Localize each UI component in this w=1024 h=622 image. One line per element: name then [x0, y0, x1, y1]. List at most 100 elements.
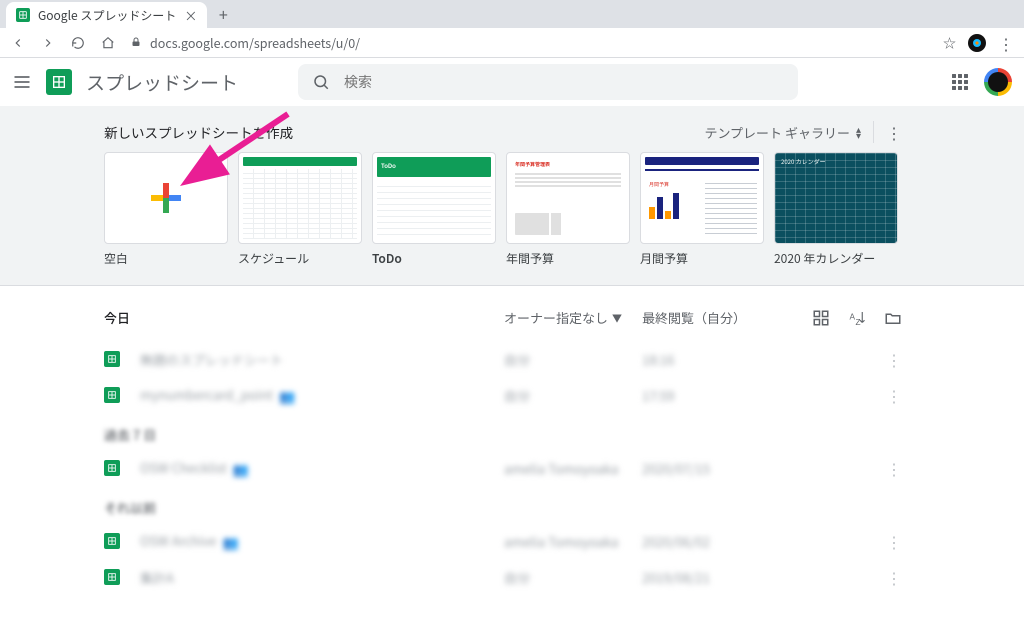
template-card-schedule[interactable]: スケジュール	[238, 152, 362, 267]
lock-icon	[130, 33, 142, 52]
owner-filter-label: オーナー指定なし	[504, 308, 608, 327]
template-card-annual-budget[interactable]: 年間予算管理表 年間予算	[506, 152, 630, 267]
row-more-icon[interactable]: ⋮	[886, 347, 902, 371]
file-row[interactable]: OSW Archive👥 amelia Tomoyoaka 2020/06/02…	[104, 523, 902, 559]
file-date: 2020/07/15	[642, 459, 812, 478]
template-section-title: 新しいスプレッドシートを作成	[104, 122, 293, 142]
section-earlier: それ以前	[104, 498, 902, 517]
file-row[interactable]: 集計A 自分 2019/08/21 ⋮	[104, 559, 902, 595]
hamburger-menu-icon[interactable]	[12, 72, 32, 92]
list-header: 今日 オーナー指定なし ▼ 最終閲覧（自分） AZ	[104, 304, 902, 341]
search-icon	[312, 73, 330, 91]
template-card-blank[interactable]: 空白	[104, 152, 228, 267]
shared-icon: 👥	[279, 386, 295, 405]
list-section-today: 今日	[104, 308, 504, 327]
template-card-todo[interactable]: ToDo ToDo	[372, 152, 496, 267]
browser-tab[interactable]: Google スプレッドシート ×	[6, 2, 207, 28]
plus-multicolor-icon	[151, 183, 181, 213]
account-avatar[interactable]	[984, 68, 1012, 96]
sheets-file-icon	[104, 569, 120, 585]
template-caption: 月間予算	[640, 250, 764, 267]
browser-menu-icon[interactable]: ⋮	[998, 31, 1014, 55]
sheets-logo-icon[interactable]	[46, 69, 72, 95]
sheets-file-icon	[104, 387, 120, 403]
extension-avatar-icon[interactable]	[968, 34, 986, 52]
file-owner: 自分	[504, 568, 642, 587]
template-thumb[interactable]	[238, 152, 362, 244]
url-text: docs.google.com/spreadsheets/u/0/	[150, 33, 360, 52]
sheets-file-icon	[104, 460, 120, 476]
template-gallery-button[interactable]: テンプレート ギャラリー ▴▾	[704, 123, 861, 142]
file-date: 2019/08/21	[642, 568, 812, 587]
file-name: OSW Checklist👥	[140, 458, 504, 479]
template-thumb[interactable]: ToDo	[372, 152, 496, 244]
shared-icon: 👥	[233, 459, 249, 478]
folder-icon[interactable]	[884, 309, 902, 327]
svg-text:Z: Z	[856, 317, 861, 326]
search-box[interactable]	[298, 64, 798, 100]
file-name: 無題のスプレッドシート	[140, 350, 504, 369]
tab-bar: Google スプレッドシート × +	[0, 0, 1024, 28]
reload-icon[interactable]	[70, 35, 86, 51]
template-caption: 2020 年カレンダー	[774, 250, 898, 267]
file-name: OSW Archive👥	[140, 531, 504, 552]
tab-title: Google スプレッドシート	[38, 7, 176, 24]
template-thumb[interactable]	[104, 152, 228, 244]
divider	[873, 121, 874, 143]
app-title: スプレッドシート	[86, 69, 238, 96]
browser-chrome: Google スプレッドシート × + docs.google.com/spre…	[0, 0, 1024, 58]
unfold-icon: ▴▾	[856, 126, 861, 138]
sort-az-icon[interactable]: AZ	[848, 309, 866, 327]
address-bar: docs.google.com/spreadsheets/u/0/ ☆ ⋮	[0, 28, 1024, 58]
file-date: 2020/06/02	[642, 532, 812, 551]
file-owner: amelia Tomoyoaka	[504, 532, 642, 551]
file-owner: 自分	[504, 350, 642, 369]
grid-view-icon[interactable]	[812, 309, 830, 327]
template-caption: スケジュール	[238, 250, 362, 267]
file-date: 17:59	[642, 386, 812, 405]
app-header: スプレッドシート	[0, 58, 1024, 106]
template-caption: 年間予算	[506, 250, 630, 267]
bookmark-star-icon[interactable]: ☆	[943, 33, 956, 52]
file-name: mynumbercard_point👥	[140, 385, 504, 406]
owner-filter[interactable]: オーナー指定なし ▼	[504, 308, 642, 327]
file-row[interactable]: OSW Checklist👥 amelia Tomoyoaka 2020/07/…	[104, 450, 902, 486]
template-thumb[interactable]: 月間予算	[640, 152, 764, 244]
close-tab-icon[interactable]: ×	[184, 9, 197, 22]
shared-icon: 👥	[222, 532, 238, 551]
template-strip: 新しいスプレッドシートを作成 テンプレート ギャラリー ▴▾ ⋮ 空白	[0, 106, 1024, 286]
template-thumb[interactable]: 年間予算管理表	[506, 152, 630, 244]
google-apps-icon[interactable]	[952, 74, 968, 90]
template-more-icon[interactable]: ⋮	[886, 120, 902, 144]
sheets-file-icon	[104, 351, 120, 367]
template-thumb[interactable]: 2020 カレンダー	[774, 152, 898, 244]
sheets-file-icon	[104, 533, 120, 549]
row-more-icon[interactable]: ⋮	[886, 565, 902, 589]
file-row[interactable]: mynumbercard_point👥 自分 17:59 ⋮	[104, 377, 902, 413]
template-gallery-label: テンプレート ギャラリー	[704, 123, 850, 142]
template-card-calendar[interactable]: 2020 カレンダー 2020 年カレンダー	[774, 152, 898, 267]
row-more-icon[interactable]: ⋮	[886, 456, 902, 480]
file-row[interactable]: 無題のスプレッドシート 自分 18:16 ⋮	[104, 341, 902, 377]
opened-column-header: 最終閲覧（自分）	[642, 308, 812, 327]
file-owner: 自分	[504, 386, 642, 405]
forward-icon[interactable]	[40, 35, 56, 51]
new-tab-button[interactable]: +	[211, 2, 235, 26]
row-more-icon[interactable]: ⋮	[886, 383, 902, 407]
svg-text:A: A	[850, 312, 856, 321]
template-caption: 空白	[104, 250, 228, 267]
url-field[interactable]: docs.google.com/spreadsheets/u/0/	[130, 33, 929, 52]
template-card-monthly-budget[interactable]: 月間予算 月間予算	[640, 152, 764, 267]
search-input[interactable]	[344, 74, 784, 90]
document-list: 今日 オーナー指定なし ▼ 最終閲覧（自分） AZ 無題のスプレッドシート 自分…	[104, 304, 902, 595]
file-date: 18:16	[642, 350, 812, 369]
template-caption: ToDo	[372, 250, 496, 267]
back-icon[interactable]	[10, 35, 26, 51]
row-more-icon[interactable]: ⋮	[886, 529, 902, 553]
dropdown-caret-icon: ▼	[612, 310, 622, 325]
template-row: 空白 スケジュール ToDo ToDo 年間予算管理表 年間予算	[104, 152, 902, 267]
home-icon[interactable]	[100, 35, 116, 51]
sheets-favicon-icon	[16, 8, 30, 22]
file-name: 集計A	[140, 568, 504, 587]
section-past-days: 過去 7 日	[104, 425, 902, 444]
